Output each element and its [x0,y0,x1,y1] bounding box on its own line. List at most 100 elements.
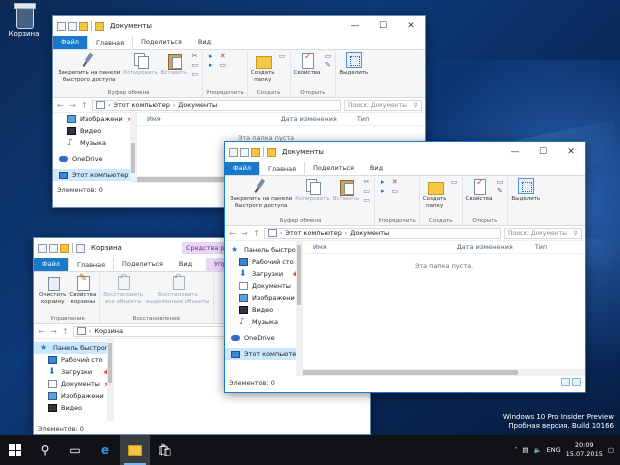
edit-icon[interactable]: ✎ [495,188,504,195]
paste-button[interactable]: Вставить [333,178,359,203]
move-to-icon[interactable]: ▸ [206,53,215,60]
new-item-icon[interactable]: ▭ [450,179,459,186]
language-indicator[interactable]: ENG [547,446,561,454]
column-name[interactable]: Имя [303,243,327,251]
copy-button[interactable]: Копировать [295,178,330,203]
tab-view[interactable]: Вид [190,35,219,49]
nav-item-this-pc[interactable]: Этот компьютер [225,348,302,360]
breadcrumb-pc[interactable]: Этот компьютер [285,229,341,237]
properties-button[interactable]: Свойства [466,178,492,203]
nav-item-desktop[interactable]: Рабочий сто📌 [225,256,302,268]
maximize-icon[interactable]: ☐ [529,142,557,162]
properties-quick-icon[interactable] [49,243,58,253]
window-menu-icon[interactable] [57,21,66,31]
nav-item-videos[interactable]: Видео [225,304,302,316]
tab-file[interactable]: Файл [53,35,87,49]
delete-icon[interactable]: ✕ [390,179,399,186]
tab-share[interactable]: Поделиться [133,35,190,49]
back-arrow-icon[interactable]: ← [56,101,65,110]
column-date[interactable]: Дата изменения [161,115,337,123]
edit-icon[interactable]: ✎ [323,62,332,69]
paste-shortcut-icon[interactable]: ▭ [190,71,199,78]
copy-path-icon[interactable]: ▭ [362,188,371,195]
select-button[interactable]: Выделить [339,52,368,77]
new-item-icon[interactable]: ▭ [278,53,287,60]
nav-item-onedrive[interactable]: OneDrive [53,153,136,165]
tab-home[interactable]: Главная [86,35,134,49]
minimize-icon[interactable]: — [501,142,529,162]
new-folder-quick-icon[interactable] [251,147,260,157]
nav-scrollbar[interactable] [107,339,113,421]
nav-scrollbar[interactable] [296,241,302,376]
title-bar[interactable]: Документы — ☐ ✕ [53,16,425,36]
nav-item-pictures[interactable]: Изображени📌 [53,113,136,125]
chevron-up-icon[interactable]: ˄ [514,446,517,454]
column-type[interactable]: Тип [513,243,547,251]
up-arrow-icon[interactable]: ↑ [252,229,261,238]
file-explorer-button[interactable] [120,435,150,465]
nav-item-desktop[interactable]: Рабочий сто📌 [34,354,113,366]
title-bar[interactable]: Документы — ☐ ✕ [225,142,585,162]
new-folder-quick-icon[interactable] [60,243,69,253]
tab-share[interactable]: Поделиться [305,161,362,175]
delete-icon[interactable]: ✕ [218,53,227,60]
cut-icon[interactable]: ✂ [190,53,199,60]
tab-share[interactable]: Поделиться [114,257,171,271]
move-to-icon[interactable]: ▸ [378,179,387,186]
back-arrow-icon[interactable]: ← [37,327,46,336]
column-name[interactable]: Имя [137,115,161,123]
copy-button[interactable]: Копировать [123,52,158,77]
navigation-pane[interactable]: ★Панель быстрог Рабочий сто📌 ⬇Загрузки📌 … [34,339,114,421]
forward-arrow-icon[interactable]: → [68,101,77,110]
search-button[interactable]: ⚲ [30,435,60,465]
copy-to-icon[interactable]: ▸ [206,62,215,69]
properties-button[interactable]: Свойства [294,52,320,77]
copy-path-icon[interactable]: ▭ [190,62,199,69]
restore-selected-button[interactable]: Восстановить выделенные объекты [146,274,209,305]
pin-quick-access-button[interactable]: Закрепить на панели быстрого доступа [58,52,120,83]
file-list[interactable]: Имя Дата изменения Тип Эта папка пуста. [303,241,585,376]
breadcrumb-documents[interactable]: Документы [178,101,217,109]
tab-home[interactable]: Главная [67,257,115,271]
tab-view[interactable]: Вид [362,161,391,175]
volume-icon[interactable]: 🔈 [534,446,542,454]
close-icon[interactable]: ✕ [397,16,425,36]
recycle-bin-properties-button[interactable]: Свойства корзины [69,274,96,305]
tab-home[interactable]: Главная [258,161,306,175]
window-menu-icon[interactable] [229,147,238,157]
back-arrow-icon[interactable]: ← [228,229,237,238]
copy-to-icon[interactable]: ▸ [378,188,387,195]
cut-icon[interactable]: ✂ [362,179,371,186]
paste-shortcut-icon[interactable]: ▭ [362,197,371,204]
column-type[interactable]: Тип [337,115,369,123]
nav-item-documents[interactable]: Документы📌 [225,280,302,292]
pin-quick-access-button[interactable]: Закрепить на панели быстрого доступа [230,178,292,209]
open-icon[interactable]: ▭ [495,179,504,186]
open-icon[interactable]: ▭ [323,53,332,60]
navigation-pane[interactable]: ★Панель быстрого Рабочий сто📌 ⬇Загрузки📌… [225,241,303,376]
search-input[interactable]: Поиск: Документы ⚲ [344,99,422,111]
nav-item-pictures[interactable]: Изображени📌 [225,292,302,304]
properties-quick-icon[interactable] [240,147,249,157]
search-input[interactable]: Поиск: Документы ⚲ [504,227,582,239]
tab-file[interactable]: Файл [34,257,68,271]
task-view-button[interactable]: ▭ [60,435,90,465]
forward-arrow-icon[interactable]: → [240,229,249,238]
details-view-icon[interactable] [561,378,570,386]
nav-item-music[interactable]: ♪ Музыка [225,316,302,328]
up-arrow-icon[interactable]: ↑ [61,327,70,336]
store-button[interactable]: 🛍 [150,435,180,465]
breadcrumb-recycle-bin[interactable]: Корзина [94,327,123,335]
network-icon[interactable]: ▤ [522,446,528,454]
navigation-pane[interactable]: Изображени📌 Видео ♪ Музыка OneDrive Этот … [53,113,137,183]
nav-item-quick-access[interactable]: ★ Панель быстрого [225,244,302,256]
minimize-icon[interactable]: — [341,16,369,36]
new-folder-quick-icon[interactable] [79,21,88,31]
select-button[interactable]: Выделить [511,178,540,203]
horizontal-scrollbar[interactable] [303,369,585,376]
new-folder-button[interactable]: Создать папку [251,52,275,83]
nav-item-onedrive[interactable]: OneDrive [225,332,302,344]
paste-button[interactable]: Вставить [161,52,187,77]
empty-recycle-bin-button[interactable]: Очистить корзину [39,274,66,305]
nav-item-this-pc[interactable]: Этот компьютер [53,169,136,181]
